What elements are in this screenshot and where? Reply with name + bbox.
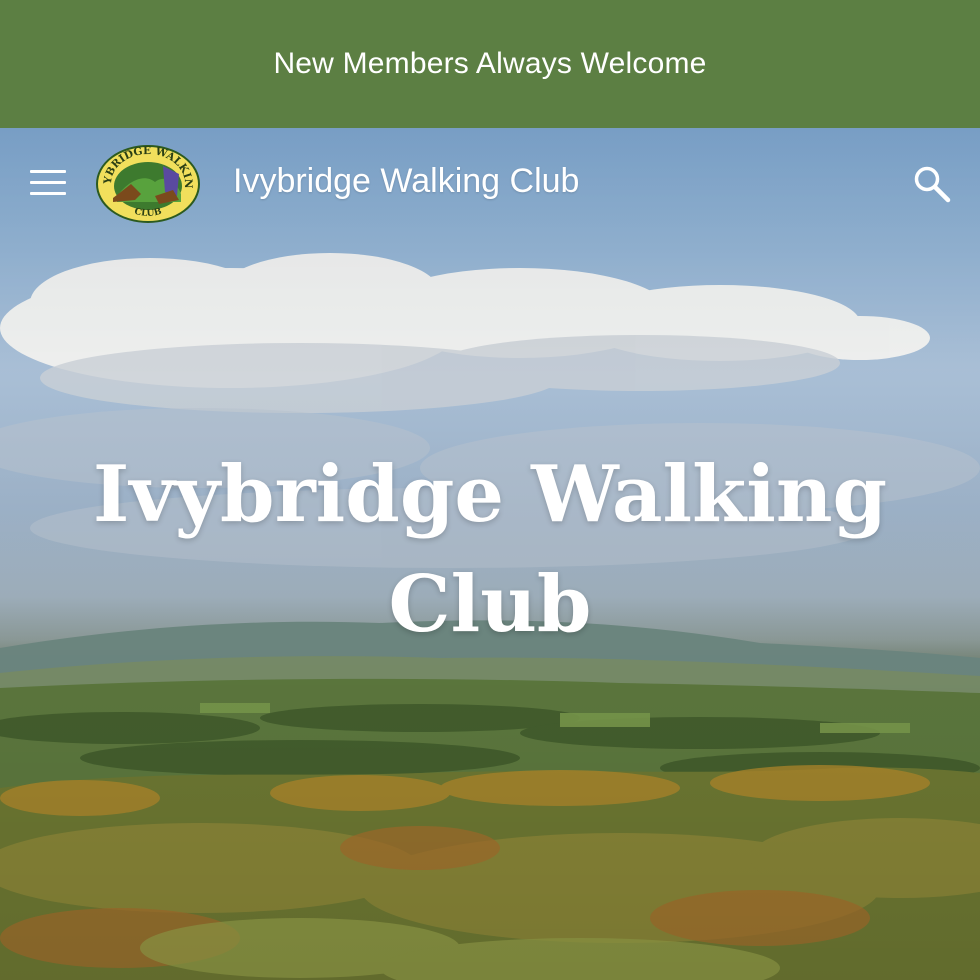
- club-logo-icon: IVYBRIDGE WALKING CLUB: [90, 135, 200, 223]
- hero-banner: IVYBRIDGE WALKING CLUB Ivybridge Walking…: [0, 128, 980, 980]
- hamburger-menu-icon[interactable]: [30, 170, 68, 198]
- site-title[interactable]: Ivybridge Walking Club: [233, 162, 579, 201]
- search-icon[interactable]: [912, 164, 952, 204]
- hero-title: Ivybridge Walking Club: [92, 449, 888, 650]
- announcement-text: New Members Always Welcome: [273, 47, 707, 80]
- site-header: IVYBRIDGE WALKING CLUB Ivybridge Walking…: [0, 128, 980, 240]
- club-logo[interactable]: IVYBRIDGE WALKING CLUB: [90, 135, 201, 224]
- announcement-bar: New Members Always Welcome: [0, 0, 980, 128]
